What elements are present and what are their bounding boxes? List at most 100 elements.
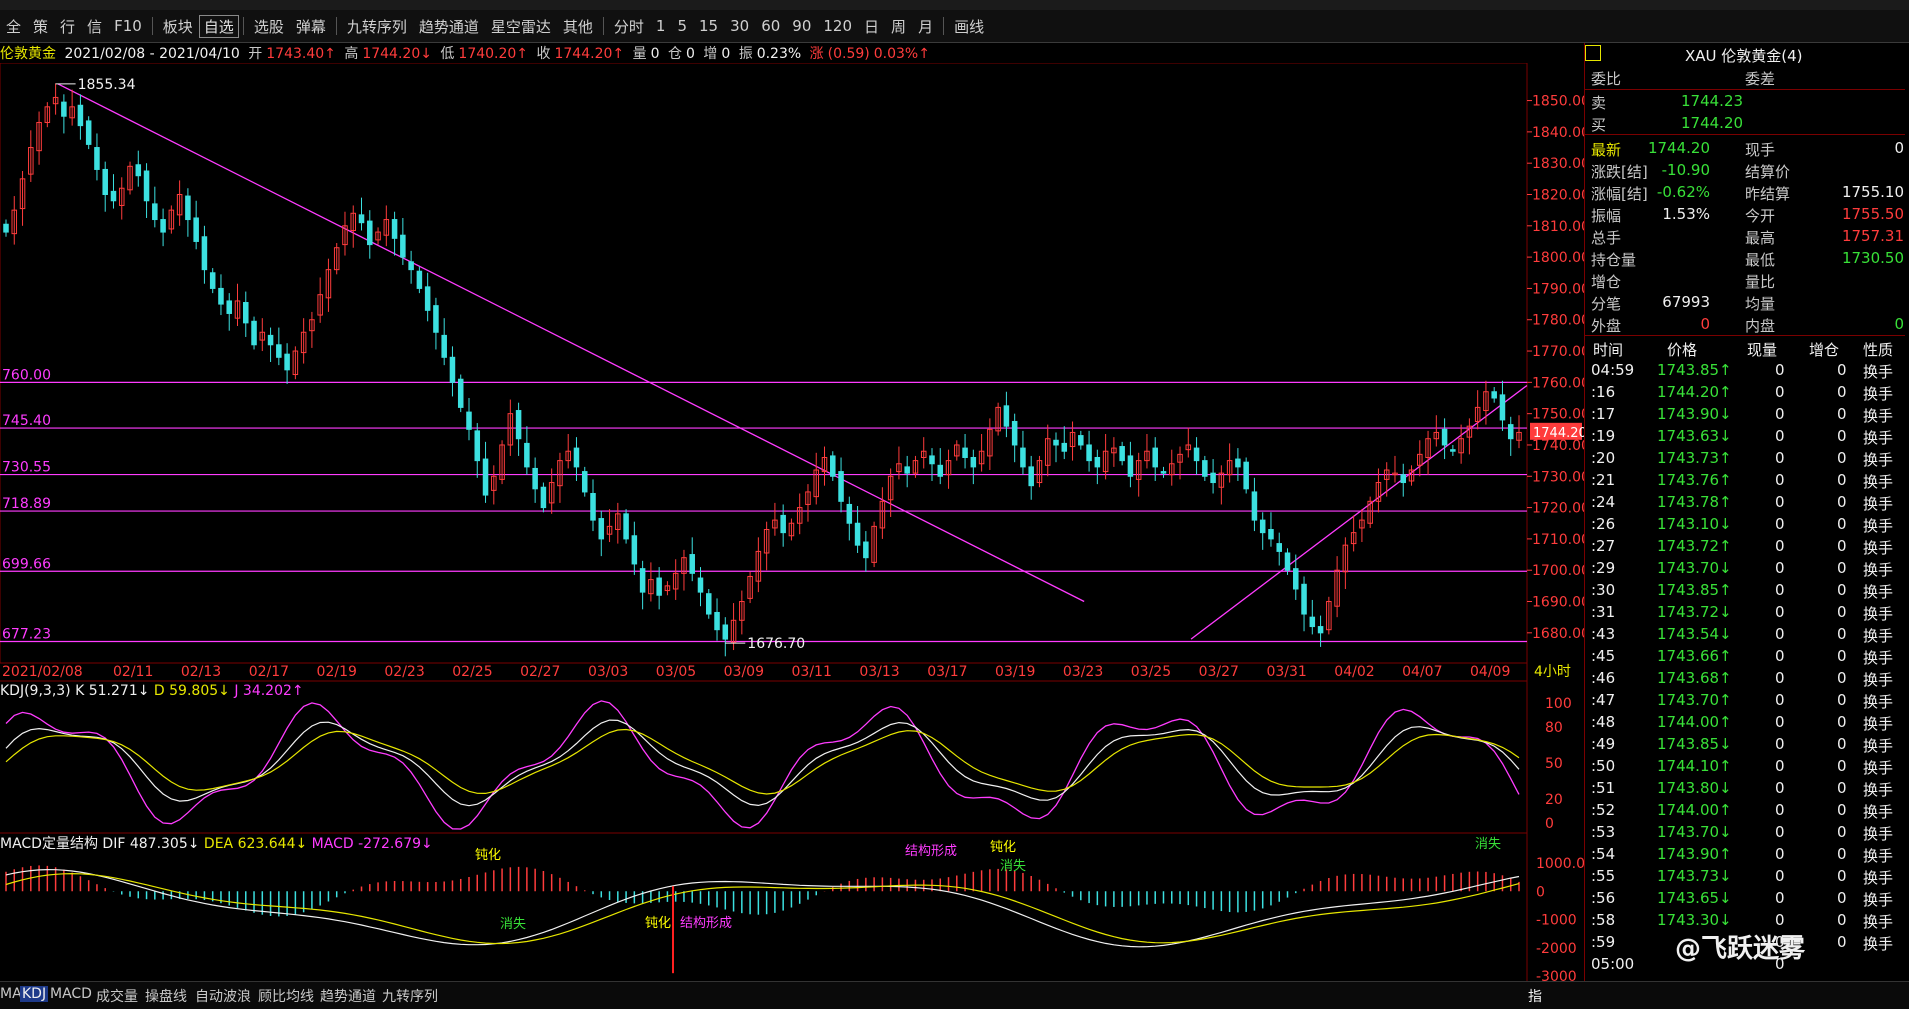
candle-body (639, 568, 646, 593)
candle-body (854, 522, 861, 546)
tick-increase: 0 (1837, 933, 1847, 951)
toolbar-period-month[interactable]: 月 (912, 16, 939, 37)
tick-price: 1744.20↑ (1657, 383, 1732, 401)
tick-time: :26 (1591, 515, 1616, 533)
toolbar-period-week[interactable]: 周 (885, 16, 912, 37)
toolbar-item-star-radar[interactable]: 星空雷达 (485, 16, 557, 37)
indicator-tab[interactable]: KDJ (20, 986, 49, 1002)
commission-ratio-label: 委比 (1591, 70, 1622, 88)
toolbar-period-60[interactable]: 60 (755, 17, 786, 35)
toolbar-period-1[interactable]: 1 (650, 17, 672, 35)
indicator-tab[interactable]: 操盘线 (145, 986, 187, 1006)
candle-body (1020, 447, 1026, 468)
candle-body (1028, 466, 1034, 487)
tick-increase: 0 (1837, 537, 1847, 555)
tick-time: :27 (1591, 537, 1616, 555)
toolbar-period-90[interactable]: 90 (786, 17, 817, 35)
stat-value: 1.53% (1662, 205, 1710, 223)
tick-price: 1743.70↓ (1657, 559, 1732, 577)
indicator-tab[interactable]: 九转序列 (382, 986, 438, 1006)
candle-body (780, 514, 786, 534)
candle-body (209, 272, 216, 289)
tick-price: 1743.76↑ (1657, 471, 1732, 489)
toolbar-watchlist-select[interactable]: 自选 (198, 14, 239, 38)
toolbar-item-all[interactable]: 全 (0, 16, 27, 37)
x-tick-label: 04/02 (1334, 664, 1374, 680)
tick-header: 增仓 (1809, 341, 1840, 359)
indicator-tab[interactable]: 趋势通道 (320, 986, 376, 1006)
watermark: @飞跃迷雾 (1675, 934, 1806, 964)
candle-body (846, 503, 853, 524)
tick-volume: 0 (1775, 845, 1785, 863)
x-tick-label: 02/19 (317, 664, 357, 680)
toolbar-item-other[interactable]: 其他 (557, 16, 599, 37)
x-tick-label: 03/27 (1199, 664, 1239, 680)
stat-label: 总手 (1591, 229, 1622, 247)
kdj-j-value: 34.202↑ (242, 683, 304, 699)
candle-body (160, 219, 166, 233)
toolbar-item-draw-line[interactable]: 画线 (948, 16, 990, 37)
tick-volume: 0 (1775, 383, 1785, 401)
tick-price: 1743.63↓ (1657, 427, 1732, 445)
macd-dea-label: DEA (203, 836, 234, 852)
instrument-name: 伦敦黄金 (0, 46, 56, 62)
y-tick-label: 1750.00 (1532, 407, 1584, 423)
toolbar-item-nine-turn[interactable]: 九转序列 (341, 16, 413, 37)
support-line-label: 718.89 (2, 496, 51, 512)
indicator-menu-button[interactable]: 指 (1528, 986, 1542, 1006)
tick-price: 1743.72↓ (1657, 603, 1732, 621)
stat-label: 内盘 (1745, 317, 1776, 335)
indicator-tab[interactable]: 自动波浪 (195, 986, 251, 1006)
tick-time: 05:00 (1591, 955, 1635, 973)
toolbar-period-5[interactable]: 5 (671, 17, 693, 35)
macd-macd-value: -272.679↓ (358, 836, 433, 852)
y-tick-label: 1830.00 (1532, 156, 1584, 172)
tick-time: :48 (1591, 713, 1616, 731)
toolbar-item-strategy[interactable]: 策 (27, 16, 54, 37)
toolbar-period-day[interactable]: 日 (858, 16, 885, 37)
tick-price: 1743.72↑ (1657, 537, 1732, 555)
tick-volume: 0 (1775, 537, 1785, 555)
tick-increase: 0 (1837, 493, 1847, 511)
toolbar-item-danmaku[interactable]: 弹幕 (290, 16, 332, 37)
toolbar-item-sector[interactable]: 板块 (157, 16, 199, 37)
change-label: 涨 (809, 46, 824, 62)
indicator-tab[interactable]: 成交量 (96, 986, 138, 1006)
tick-nature: 换手 (1863, 825, 1894, 843)
panel-toggle-icon[interactable] (1585, 45, 1601, 61)
toolbar-period-intraday[interactable]: 分时 (608, 16, 650, 37)
candle-body (1127, 455, 1134, 477)
x-tick-label: 02/11 (113, 664, 153, 680)
toolbar-item-f10[interactable]: F10 (108, 17, 148, 35)
candle-body (457, 378, 464, 408)
tick-volume: 0 (1775, 625, 1785, 643)
indicator-tab[interactable]: MACD (50, 986, 92, 1002)
candle-body (962, 447, 968, 458)
indicator-tab[interactable]: 顾比均线 (258, 986, 314, 1006)
tick-volume: 0 (1775, 911, 1785, 929)
tick-time: :17 (1591, 405, 1616, 423)
indicator-tab[interactable]: MA (0, 986, 22, 1002)
tick-volume: 0 (1775, 361, 1785, 379)
macd-annotation: 结构形成 (905, 844, 957, 859)
toolbar-item-trend-channel[interactable]: 趋势通道 (413, 16, 485, 37)
stat-label: 外盘 (1591, 317, 1622, 335)
candle-body (532, 467, 538, 490)
support-line-label: 699.66 (2, 556, 51, 572)
buy-price: 1744.20 (1681, 114, 1744, 132)
tick-increase: 0 (1837, 691, 1847, 709)
toolbar-item-info[interactable]: 信 (81, 16, 108, 37)
toolbar-period-15[interactable]: 15 (693, 17, 724, 35)
candle-body (441, 334, 447, 358)
candle-body (466, 411, 472, 430)
tick-time: :45 (1591, 647, 1616, 665)
tick-time: :58 (1591, 911, 1616, 929)
y-tick-label: 1800.00 (1532, 250, 1584, 266)
tick-increase: 0 (1837, 581, 1847, 599)
toolbar-period-120[interactable]: 120 (817, 17, 858, 35)
toolbar-period-30[interactable]: 30 (724, 17, 755, 35)
toolbar-item-stock-picker[interactable]: 选股 (248, 16, 290, 37)
toolbar-item-market[interactable]: 行 (54, 16, 81, 37)
candle-body (573, 447, 580, 468)
macd-y-tick-label: 0 (1536, 884, 1545, 900)
